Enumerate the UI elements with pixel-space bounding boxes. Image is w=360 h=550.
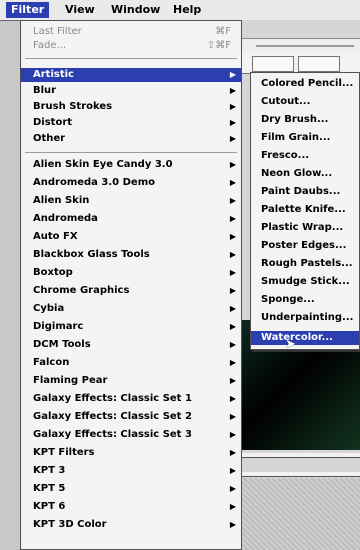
- submenu-item-palette-knife[interactable]: Palette Knife...: [251, 203, 359, 217]
- menu-item-plugin[interactable]: DCM Tools ▶: [21, 338, 241, 352]
- submenu-arrow-icon: ▶: [229, 86, 236, 95]
- menu-item-plugin[interactable]: Falcon ▶: [21, 356, 241, 370]
- menu-bar: Filter View Window Help: [0, 0, 360, 21]
- menu-item-plugin[interactable]: Andromeda 3.0 Demo ▶: [21, 176, 241, 190]
- menu-item-plugin[interactable]: Alien Skin Eye Candy 3.0 ▶: [21, 158, 241, 172]
- background-canvas: [238, 478, 360, 550]
- background-divider: [238, 472, 360, 477]
- menu-item-last-filter: Last Filter ⌘F: [33, 26, 231, 37]
- menu-item-other[interactable]: Other ▶: [21, 132, 241, 146]
- menu-item-plugin[interactable]: KPT 3 ▶: [21, 464, 241, 478]
- submenu-arrow-icon: ▶: [229, 430, 236, 439]
- submenu-item-neon-glow[interactable]: Neon Glow...: [251, 167, 359, 181]
- submenu-arrow-icon: ▶: [229, 160, 236, 169]
- menu-item-distort[interactable]: Distort ▶: [21, 116, 241, 130]
- submenu-arrow-icon: ▶: [229, 394, 236, 403]
- submenu-item-plastic-wrap[interactable]: Plastic Wrap...: [251, 221, 359, 235]
- submenu-arrow-icon: ▶: [229, 118, 236, 127]
- menu-separator: [25, 152, 237, 153]
- submenu-arrow-icon: ▶: [229, 358, 236, 367]
- menu-view[interactable]: View: [60, 2, 100, 18]
- submenu-arrow-icon: ▶: [229, 70, 236, 79]
- submenu-arrow-icon: ▶: [229, 412, 236, 421]
- submenu-arrow-icon: ▶: [229, 196, 236, 205]
- menu-item-plugin[interactable]: Alien Skin ▶: [21, 194, 241, 208]
- submenu-arrow-icon: ▶: [229, 102, 236, 111]
- submenu-arrow-icon: ▶: [229, 286, 236, 295]
- menu-item-plugin[interactable]: Galaxy Effects: Classic Set 3 ▶: [21, 428, 241, 442]
- submenu-arrow-icon: ▶: [229, 376, 236, 385]
- menu-separator: [25, 58, 237, 59]
- submenu-arrow-icon: ▶: [229, 304, 236, 313]
- filter-menu: Last Filter ⌘F Fade... ⇧⌘F Artistic ▶ Bl…: [20, 20, 242, 550]
- menu-item-plugin[interactable]: Galaxy Effects: Classic Set 1 ▶: [21, 392, 241, 406]
- submenu-arrow-icon: ▶: [229, 214, 236, 223]
- menu-item-plugin[interactable]: Digimarc ▶: [21, 320, 241, 334]
- menu-item-plugin[interactable]: Boxtop ▶: [21, 266, 241, 280]
- pointer-arrow-icon: ➤: [285, 337, 296, 352]
- submenu-arrow-icon: ▶: [229, 520, 236, 529]
- menu-item-plugin[interactable]: Blackbox Glass Tools ▶: [21, 248, 241, 262]
- artistic-submenu: Colored Pencil... Cutout... Dry Brush...…: [250, 72, 360, 350]
- submenu-arrow-icon: ▶: [229, 502, 236, 511]
- background-tab[interactable]: [252, 56, 294, 72]
- submenu-arrow-icon: ▶: [229, 322, 236, 331]
- menu-item-plugin[interactable]: Flaming Pear ▶: [21, 374, 241, 388]
- background-tabs: [238, 53, 360, 74]
- submenu-arrow-icon: ▶: [229, 250, 236, 259]
- menu-filter[interactable]: Filter: [6, 2, 50, 18]
- menu-item-plugin[interactable]: Chrome Graphics ▶: [21, 284, 241, 298]
- background-tab[interactable]: [298, 56, 340, 72]
- submenu-item-paint-daubs[interactable]: Paint Daubs...: [251, 185, 359, 199]
- submenu-arrow-icon: ▶: [229, 232, 236, 241]
- submenu-item-watercolor[interactable]: Watercolor...: [251, 331, 359, 345]
- submenu-item-poster-edges[interactable]: Poster Edges...: [251, 239, 359, 253]
- submenu-item-sponge[interactable]: Sponge...: [251, 293, 359, 307]
- submenu-arrow-icon: ▶: [229, 466, 236, 475]
- submenu-arrow-icon: ▶: [229, 484, 236, 493]
- submenu-item-colored-pencil[interactable]: Colored Pencil...: [251, 77, 359, 91]
- submenu-arrow-icon: ▶: [229, 134, 236, 143]
- submenu-item-film-grain[interactable]: Film Grain...: [251, 131, 359, 145]
- submenu-item-underpainting[interactable]: Underpainting...: [251, 311, 359, 325]
- menu-item-plugin[interactable]: KPT 6 ▶: [21, 500, 241, 514]
- submenu-item-dry-brush[interactable]: Dry Brush...: [251, 113, 359, 127]
- menu-item-blur[interactable]: Blur ▶: [21, 84, 241, 98]
- menu-item-plugin[interactable]: KPT 3D Color ▶: [21, 518, 241, 532]
- submenu-arrow-icon: ▶: [229, 340, 236, 349]
- submenu-arrow-icon: ▶: [229, 448, 236, 457]
- menu-item-plugin[interactable]: Cybia ▶: [21, 302, 241, 316]
- submenu-item-smudge-stick[interactable]: Smudge Stick...: [251, 275, 359, 289]
- menu-item-plugin[interactable]: Auto FX ▶: [21, 230, 241, 244]
- submenu-item-fresco[interactable]: Fresco...: [251, 149, 359, 163]
- submenu-item-cutout[interactable]: Cutout...: [251, 95, 359, 109]
- menu-item-plugin[interactable]: Andromeda ▶: [21, 212, 241, 226]
- menu-item-artistic[interactable]: Artistic ▶: [21, 68, 241, 82]
- menu-item-plugin[interactable]: Galaxy Effects: Classic Set 2 ▶: [21, 410, 241, 424]
- background-toolbar: [238, 38, 360, 54]
- menu-item-fade: Fade... ⇧⌘F: [33, 40, 231, 51]
- menu-item-brush-strokes[interactable]: Brush Strokes ▶: [21, 100, 241, 114]
- submenu-arrow-icon: ▶: [229, 178, 236, 187]
- submenu-arrow-icon: ▶: [229, 268, 236, 277]
- background-divider: [238, 453, 360, 458]
- menu-item-plugin[interactable]: KPT 5 ▶: [21, 482, 241, 496]
- menu-item-plugin[interactable]: KPT Filters ▶: [21, 446, 241, 460]
- menu-help[interactable]: Help: [168, 2, 206, 18]
- menu-window[interactable]: Window: [106, 2, 165, 18]
- submenu-item-rough-pastels[interactable]: Rough Pastels...: [251, 257, 359, 271]
